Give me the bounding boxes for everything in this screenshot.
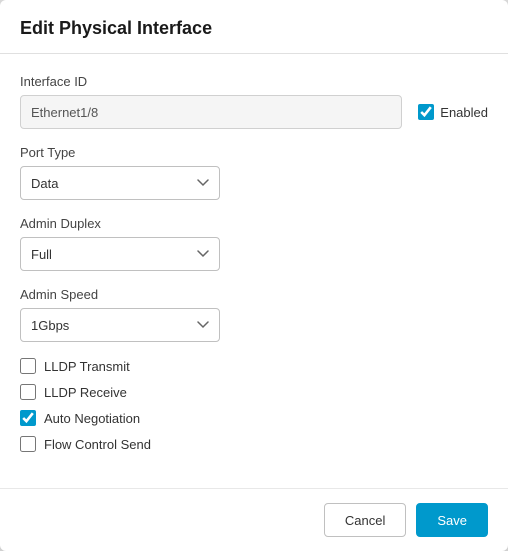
admin-speed-group: Admin Speed 1Gbps 10Mbps 100Mbps 10Gbps …	[20, 287, 488, 342]
interface-id-label: Interface ID	[20, 74, 488, 89]
admin-duplex-select[interactable]: Full Half Auto	[20, 237, 220, 271]
auto-negotiation-checkbox[interactable]	[20, 410, 36, 426]
flow-control-send-checkbox[interactable]	[20, 436, 36, 452]
enabled-checkbox[interactable]	[418, 104, 434, 120]
lldp-transmit-item[interactable]: LLDP Transmit	[20, 358, 488, 374]
lldp-receive-item[interactable]: LLDP Receive	[20, 384, 488, 400]
cancel-button[interactable]: Cancel	[324, 503, 406, 537]
dialog-footer: Cancel Save	[0, 488, 508, 551]
dialog-body: Interface ID Enabled Port Type Data Mana…	[0, 54, 508, 488]
edit-physical-interface-dialog: Edit Physical Interface Interface ID Ena…	[0, 0, 508, 551]
lldp-transmit-checkbox[interactable]	[20, 358, 36, 374]
enabled-label[interactable]: Enabled	[440, 105, 488, 120]
port-type-group: Port Type Data Management HA Control	[20, 145, 488, 200]
port-type-label: Port Type	[20, 145, 488, 160]
auto-negotiation-label[interactable]: Auto Negotiation	[44, 411, 140, 426]
flow-control-send-label[interactable]: Flow Control Send	[44, 437, 151, 452]
admin-duplex-label: Admin Duplex	[20, 216, 488, 231]
lldp-receive-label[interactable]: LLDP Receive	[44, 385, 127, 400]
lldp-transmit-label[interactable]: LLDP Transmit	[44, 359, 130, 374]
interface-id-group: Interface ID Enabled	[20, 74, 488, 129]
admin-speed-select[interactable]: 1Gbps 10Mbps 100Mbps 10Gbps Auto	[20, 308, 220, 342]
interface-id-input[interactable]	[20, 95, 402, 129]
port-type-select[interactable]: Data Management HA Control	[20, 166, 220, 200]
admin-duplex-group: Admin Duplex Full Half Auto	[20, 216, 488, 271]
flow-control-send-item[interactable]: Flow Control Send	[20, 436, 488, 452]
admin-speed-label: Admin Speed	[20, 287, 488, 302]
save-button[interactable]: Save	[416, 503, 488, 537]
checkboxes-group: LLDP Transmit LLDP Receive Auto Negotiat…	[20, 358, 488, 452]
lldp-receive-checkbox[interactable]	[20, 384, 36, 400]
enabled-row: Enabled	[418, 104, 488, 120]
dialog-title: Edit Physical Interface	[20, 18, 488, 39]
auto-negotiation-item[interactable]: Auto Negotiation	[20, 410, 488, 426]
interface-id-row: Enabled	[20, 95, 488, 129]
dialog-header: Edit Physical Interface	[0, 0, 508, 54]
